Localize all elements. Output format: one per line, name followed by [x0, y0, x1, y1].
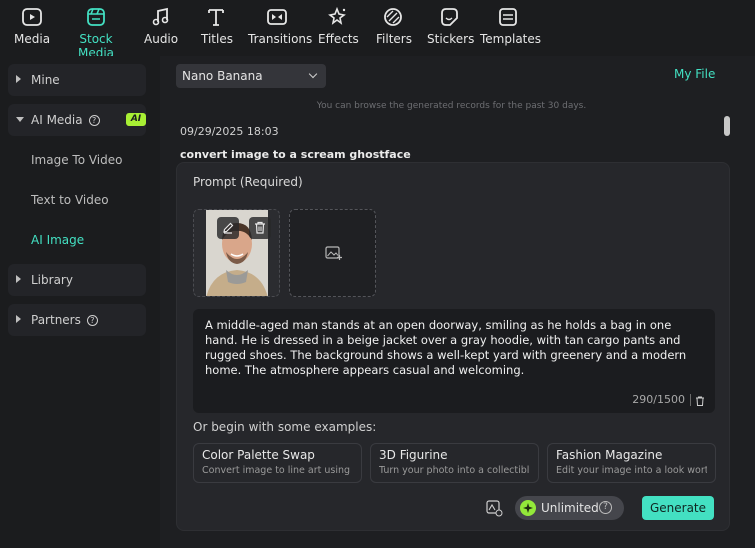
credits-badge[interactable]: Unlimited ? — [515, 496, 624, 520]
prompt-label: Prompt (Required) — [193, 175, 303, 189]
toolbar-filters-label: Filters — [376, 32, 412, 46]
toolbar-media-label: Media — [14, 32, 51, 46]
model-select[interactable]: Nano Banana — [176, 64, 326, 88]
example-card[interactable]: 3D Figurine Turn your photo into a colle… — [370, 443, 539, 483]
prompt-text: A middle-aged man stands at an open door… — [205, 318, 687, 377]
scrollbar-thumb[interactable] — [724, 116, 730, 136]
partners-text: Partners — [31, 313, 81, 327]
toolbar-transitions[interactable]: Transitions — [248, 6, 312, 46]
top-toolbar: Media Stock Media Audio Titles Transitio… — [0, 0, 755, 60]
chevron-down-icon — [16, 117, 24, 122]
effects-icon — [326, 6, 348, 28]
examples-label: Or begin with some examples: — [193, 420, 377, 434]
counter-divider — [690, 394, 691, 406]
transitions-icon — [266, 6, 288, 28]
sidebar-item-mine-label: Mine — [31, 73, 60, 87]
sidebar-item-library[interactable]: Library — [8, 264, 146, 296]
prompt-textarea[interactable]: A middle-aged man stands at an open door… — [193, 309, 715, 413]
generate-button[interactable]: Generate — [642, 496, 714, 520]
example-desc: Edit your image into a look wort... — [556, 465, 707, 476]
prompt-card: Prompt (Required) A middle-aged man stan… — [176, 162, 730, 531]
toolbar-audio[interactable]: Audio — [144, 6, 178, 46]
add-image-button[interactable] — [289, 209, 376, 297]
reference-image[interactable] — [193, 209, 280, 297]
example-card[interactable]: Fashion Magazine Edit your image into a … — [547, 443, 716, 483]
add-image-icon — [325, 246, 342, 260]
titles-icon — [205, 6, 227, 28]
help-icon[interactable]: ? — [86, 315, 98, 326]
toolbar-media[interactable]: Media — [14, 6, 50, 46]
stock-media-icon — [85, 6, 107, 28]
help-icon[interactable]: ? — [88, 115, 100, 126]
filters-icon — [382, 6, 404, 28]
stickers-icon — [438, 6, 460, 28]
example-title: Color Palette Swap — [202, 448, 315, 462]
toolbar-templates[interactable]: Templates — [480, 6, 541, 46]
sidebar-item-ai-image[interactable]: AI Image — [31, 233, 84, 247]
toolbar-templates-label: Templates — [480, 32, 542, 46]
toolbar-titles[interactable]: Titles — [201, 6, 233, 46]
image-settings-button[interactable] — [485, 499, 503, 517]
main-panel: Nano Banana My File You can browse the g… — [160, 56, 755, 548]
trash-icon — [255, 221, 265, 234]
toolbar-stock-media[interactable]: Stock Media — [62, 6, 130, 60]
record-date: 09/29/2025 18:03 — [180, 125, 279, 138]
pencil-icon — [223, 222, 234, 234]
media-icon — [21, 6, 43, 28]
history-hint: You can browse the generated records for… — [316, 101, 587, 111]
model-select-value: Nano Banana — [182, 69, 263, 83]
example-card[interactable]: Color Palette Swap Convert image to line… — [193, 443, 362, 483]
example-desc: Convert image to line art using a... — [202, 465, 353, 476]
record-title: convert image to a scream ghostface — [180, 148, 411, 161]
toolbar-stickers-label: Stickers — [427, 32, 475, 46]
example-title: Fashion Magazine — [556, 448, 663, 462]
ai-badge: AI — [126, 113, 146, 126]
toolbar-stickers[interactable]: Stickers — [427, 6, 475, 46]
my-file-link[interactable]: My File — [674, 67, 715, 81]
example-title: 3D Figurine — [379, 448, 448, 462]
toolbar-filters[interactable]: Filters — [376, 6, 412, 46]
music-note-icon — [150, 6, 172, 28]
sidebar-item-partners[interactable]: Partners? — [8, 304, 146, 336]
clear-prompt-button[interactable] — [694, 395, 706, 407]
sidebar-item-partners-label: Partners? — [31, 313, 98, 327]
sidebar-item-mine[interactable]: Mine — [8, 64, 146, 96]
sidebar-item-ai-media[interactable]: AI Media? AI — [8, 104, 146, 136]
example-desc: Turn your photo into a collectibl... — [379, 465, 530, 476]
left-panel: Mine AI Media? AI Image To Video Text to… — [0, 56, 160, 548]
image-settings-icon — [486, 500, 503, 517]
toolbar-effects-label: Effects — [318, 32, 359, 46]
chevron-right-icon — [16, 75, 21, 83]
toolbar-titles-label: Titles — [201, 32, 233, 46]
char-counter: 290/1500 — [632, 393, 685, 406]
sidebar-item-library-label: Library — [31, 273, 73, 287]
sidebar-item-image-to-video[interactable]: Image To Video — [31, 153, 122, 167]
toolbar-transitions-label: Transitions — [248, 32, 313, 46]
templates-icon — [497, 6, 519, 28]
help-icon[interactable]: ? — [599, 501, 612, 514]
sidebar-item-text-to-video[interactable]: Text to Video — [31, 193, 109, 207]
chevron-right-icon — [16, 275, 21, 283]
ai-media-text: AI Media — [31, 113, 83, 127]
toolbar-audio-label: Audio — [144, 32, 179, 46]
trash-icon — [696, 396, 704, 406]
chevron-down-icon — [308, 69, 318, 79]
edit-image-button[interactable] — [217, 217, 239, 239]
delete-image-button[interactable] — [249, 217, 271, 239]
sidebar-item-ai-media-label: AI Media? — [31, 113, 100, 127]
toolbar-effects[interactable]: Effects — [318, 6, 359, 46]
credits-label: Unlimited — [541, 501, 599, 515]
chevron-right-icon — [16, 315, 21, 323]
credit-gem-icon — [520, 500, 536, 516]
